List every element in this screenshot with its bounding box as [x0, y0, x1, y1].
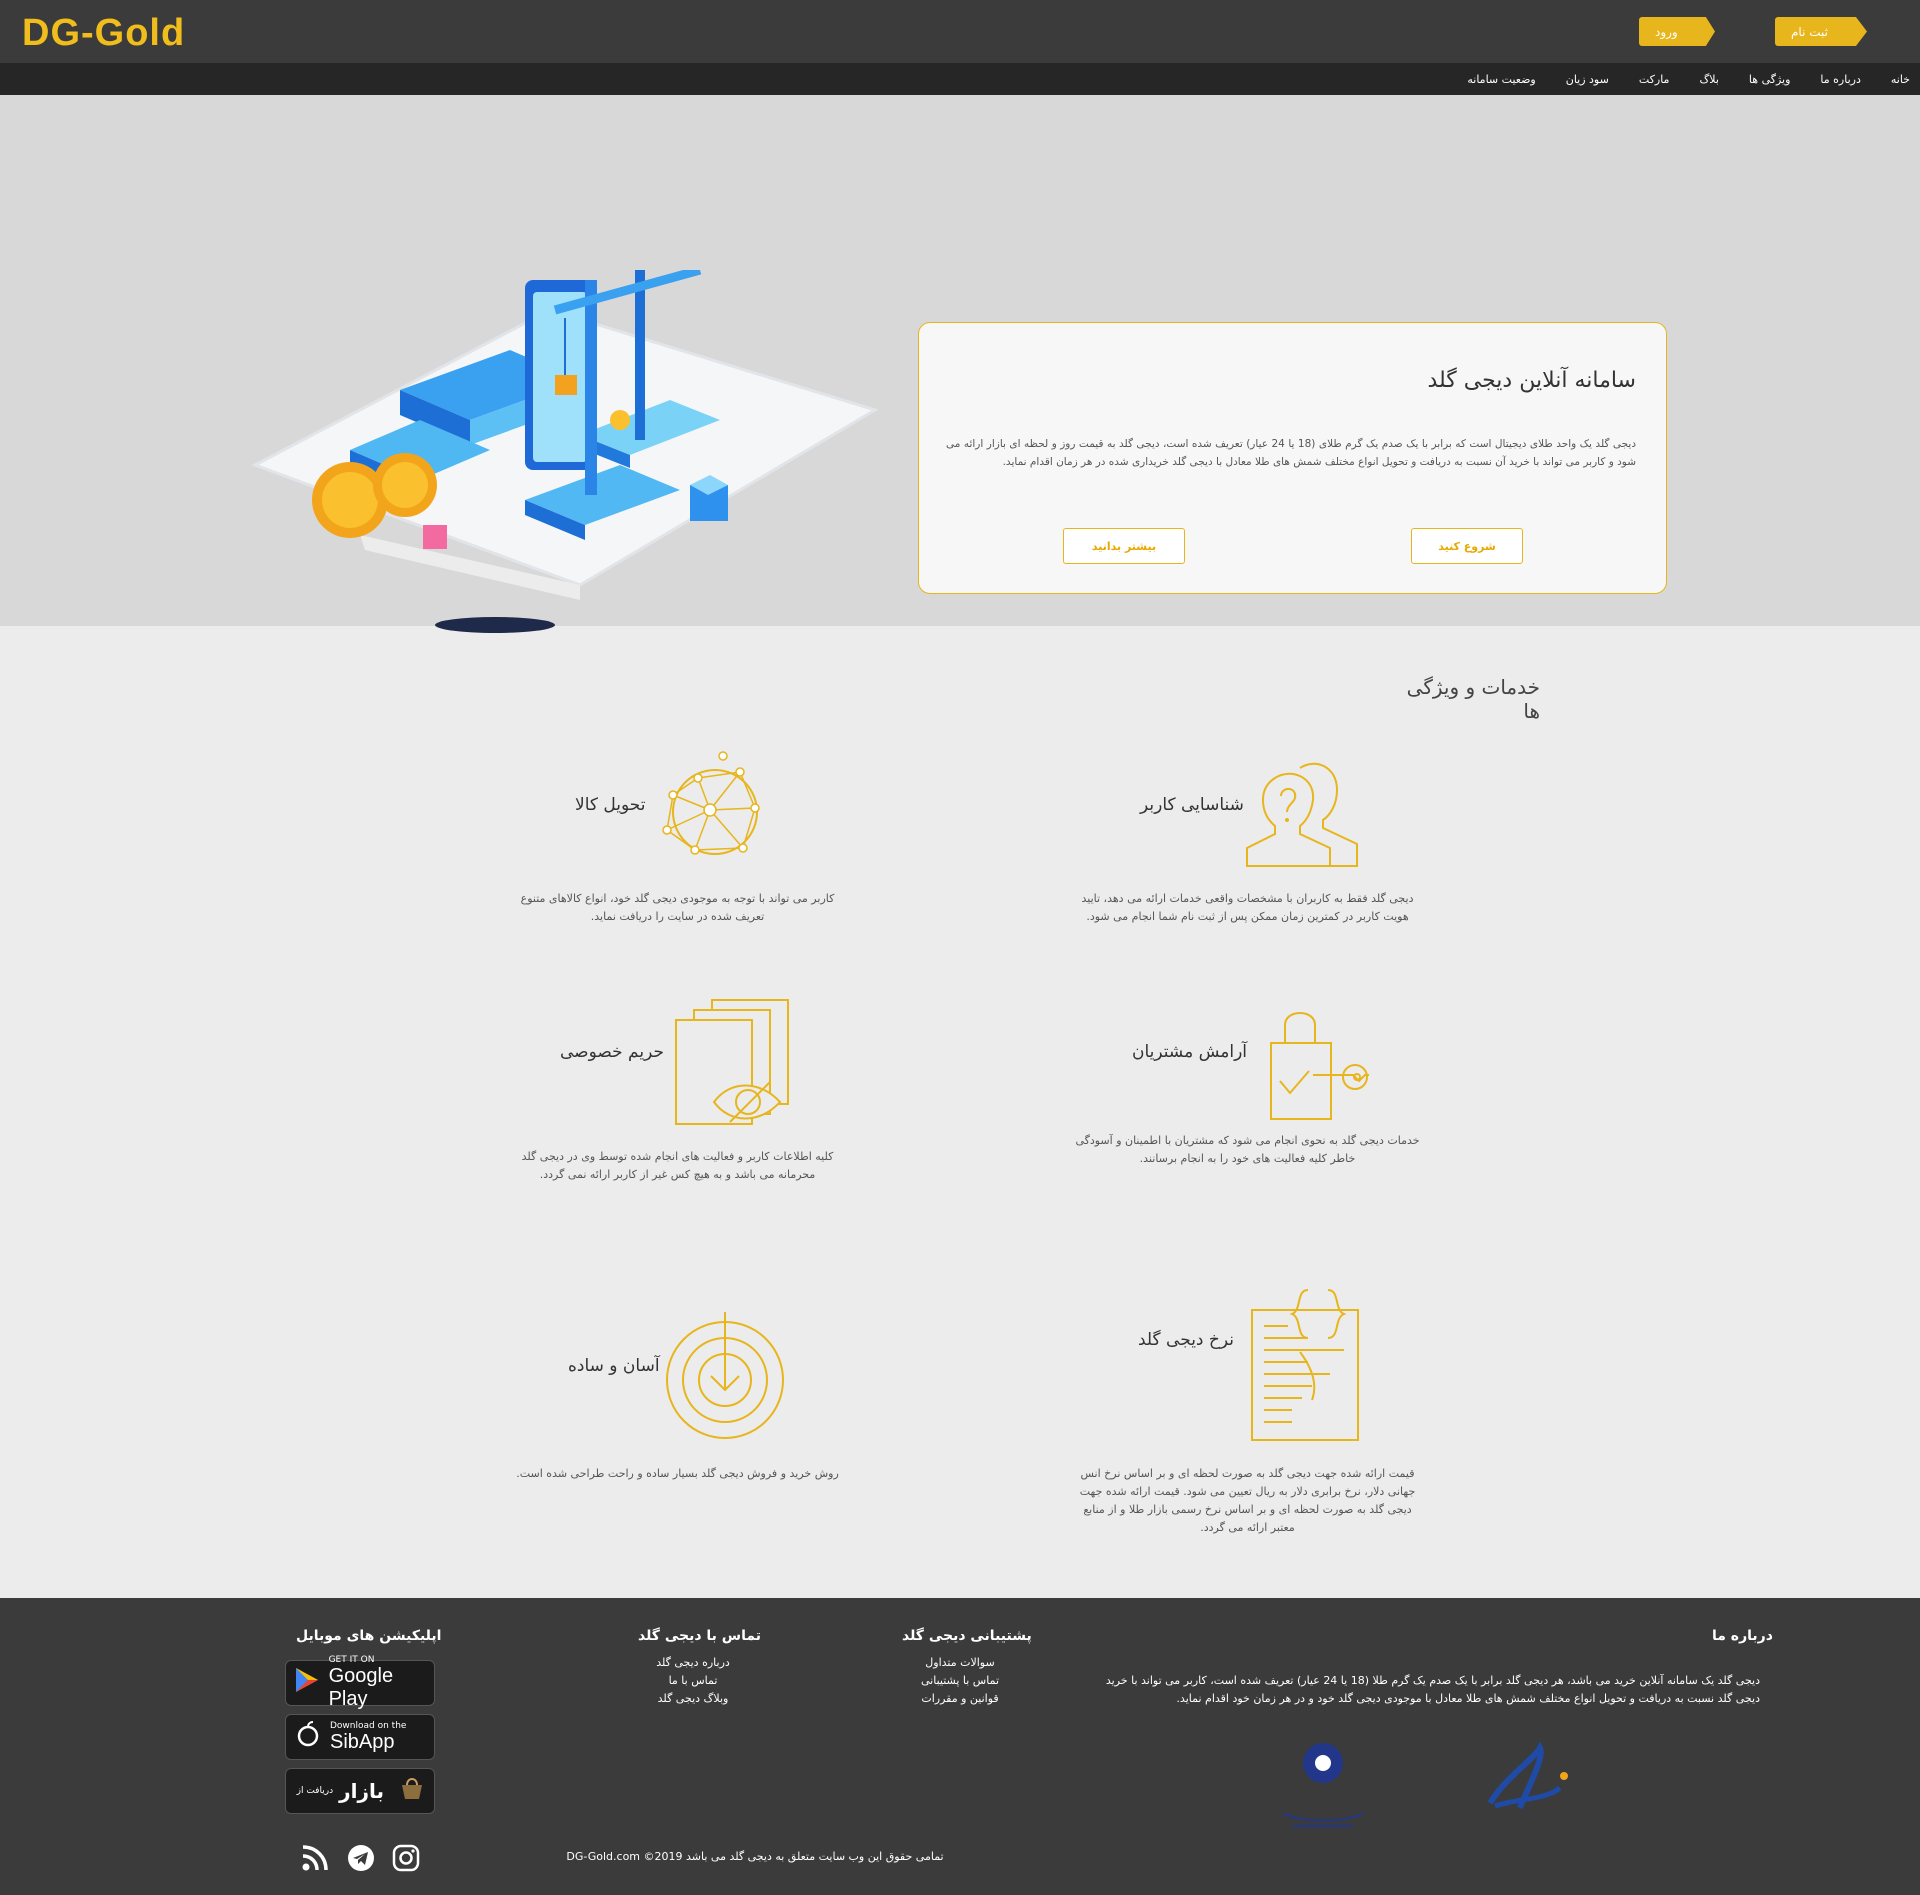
google-play-small: GET IT ON [328, 1655, 375, 1665]
footer-link-faq[interactable]: سوالات متداول [900, 1656, 1020, 1669]
samandehi-trust-logo [1282, 1743, 1364, 1827]
hero-title: سامانه آنلاین دیجی گلد [1427, 368, 1636, 393]
network-globe-icon [662, 751, 760, 855]
nav-item-home[interactable]: خانه [1891, 73, 1910, 86]
document-code-icon [1251, 1289, 1359, 1441]
learn-more-button[interactable]: بیشتر بدانید [1063, 528, 1185, 564]
feature-desc-privacy: کلیه اطلاعات کاربر و فعالیت های انجام شد… [521, 1150, 834, 1181]
footer-about-title: درباره ما [1712, 1628, 1773, 1644]
sibapp-big: SibApp [330, 1730, 395, 1753]
bazaar-big: بازار [339, 1779, 384, 1803]
copyright-text: تمامی حقوق این وب سایت متعلق به دیجی گلد… [566, 1850, 944, 1863]
feature-desc-delivery: کاربر می تواند با توجه به موجودی دیجی گل… [520, 892, 835, 923]
telegram-icon[interactable] [346, 1843, 376, 1873]
google-play-icon [286, 1666, 329, 1701]
bazaar-badge[interactable]: بازار دریافت از [285, 1768, 435, 1814]
footer-link-contact[interactable]: تماس با ما [633, 1674, 753, 1687]
nav-item-blog[interactable]: بلاگ [1699, 73, 1718, 86]
footer-link-rules[interactable]: قوانین و مقررات [900, 1692, 1020, 1705]
feature-title-privacy: حریم خصوصی [560, 1042, 664, 1062]
footer-link-support[interactable]: تماس با پشتیبانی [900, 1674, 1020, 1687]
site-logo[interactable]: DG-Gold [22, 12, 185, 55]
google-play-big: Google Play [328, 1665, 394, 1710]
nav-item-about[interactable]: درباره ما [1820, 73, 1860, 86]
hero-description: دیجی گلد یک واحد طلای دیجیتال است که برا… [946, 438, 1637, 468]
footer-support-title: پشتیبانی دیجی گلد [902, 1628, 1032, 1644]
start-button[interactable]: شروع کنید [1411, 528, 1523, 564]
footer-contact-title: تماس با دیجی گلد [638, 1628, 761, 1644]
feature-title-delivery: تحویل کالا [575, 795, 646, 815]
feature-title-customer-peace: آرامش مشتریان [1132, 1042, 1248, 1062]
feature-title-user-identity: شناسایی کاربر [1140, 795, 1244, 815]
footer-link-blog[interactable]: وبلاگ دیجی گلد [633, 1692, 753, 1705]
services-title: خدمات و ویژگی ها [1406, 675, 1540, 723]
nav-item-profit-loss[interactable]: سود زیان [1566, 73, 1609, 86]
feature-desc-customer-peace: خدمات دیجی گلد به نحوی انجام می شود که م… [1075, 1134, 1420, 1165]
hero-card: سامانه آنلاین دیجی گلد دیجی گلد یک واحد … [918, 322, 1667, 594]
lock-key-icon [1270, 1012, 1369, 1120]
signup-button[interactable]: ثبت نام [1775, 17, 1867, 46]
footer-link-about-dg[interactable]: درباره دیجی گلد [633, 1656, 753, 1669]
bazaar-bag-icon [390, 1775, 434, 1808]
nav-item-system-status[interactable]: وضعیت سامانه [1467, 73, 1535, 86]
footer-apps-title: اپلیکیشن های موبایل [296, 1628, 442, 1644]
main-nav: خانه درباره ما ویژگی ها بلاگ مارکت سود ز… [0, 63, 1920, 95]
feature-title-easy: آسان و ساده [568, 1356, 660, 1376]
feature-title-rate: نرخ دیجی گلد [1138, 1330, 1234, 1350]
feature-desc-easy: روش خرید و فروش دیجی گلد بسیار ساده و را… [516, 1467, 839, 1480]
hidden-eye-icon [675, 999, 789, 1125]
sibapp-apple-icon [286, 1720, 330, 1754]
login-button[interactable]: ورود [1639, 17, 1715, 46]
top-header: DG-Gold ثبت نام ورود [0, 0, 1920, 63]
enamad-trust-logo [1487, 1741, 1568, 1810]
footer-about-text: دیجی گلد یک سامانه آنلاین خرید می باشد، … [1105, 1674, 1760, 1705]
feature-desc-user-identity: دیجی گلد فقط به کاربران با مشخصات واقعی … [1081, 892, 1414, 923]
sibapp-small: Download on the [330, 1720, 407, 1731]
hero-illustration [251, 270, 879, 633]
bazaar-small: دریافت از [296, 1786, 334, 1796]
hero-section: سامانه آنلاین دیجی گلد دیجی گلد یک واحد … [0, 95, 1920, 633]
nav-item-features[interactable]: ویژگی ها [1749, 73, 1791, 86]
instagram-icon[interactable] [391, 1843, 421, 1873]
user-identity-icon [1246, 762, 1358, 867]
feature-desc-rate: قیمت ارائه شده جهت دیجی گلد به صورت لحظه… [1079, 1467, 1416, 1534]
google-play-badge[interactable]: GET IT ON Google Play [285, 1655, 435, 1710]
rss-icon[interactable] [300, 1843, 330, 1873]
sibapp-badge[interactable]: Download on the SibApp [285, 1714, 435, 1760]
nav-item-market[interactable]: مارکت [1639, 73, 1670, 86]
target-download-icon [666, 1312, 784, 1439]
